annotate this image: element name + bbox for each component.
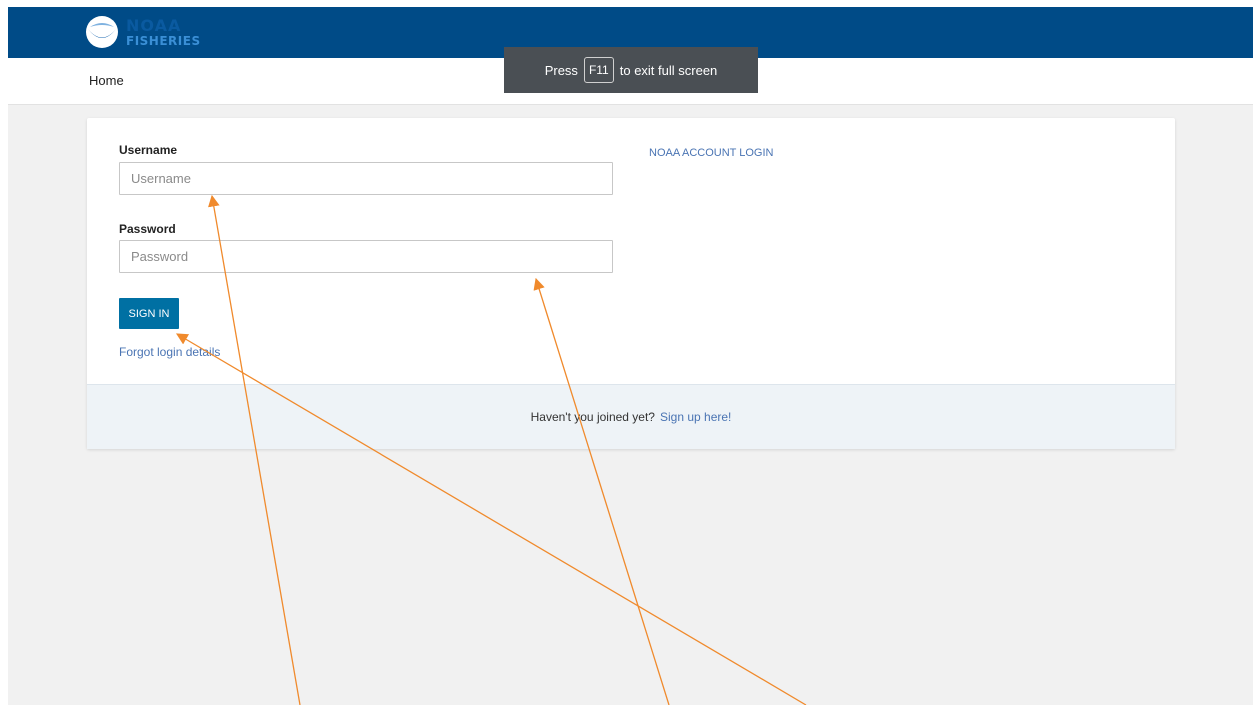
f11-key-badge: F11 bbox=[583, 57, 614, 83]
fullscreen-suffix-text: to exit full screen bbox=[619, 62, 718, 78]
fullscreen-notice: Press F11 to exit full screen bbox=[504, 47, 758, 93]
noaa-account-login-link[interactable]: NOAA ACCOUNT LOGIN bbox=[649, 147, 774, 159]
noaa-fisheries-logo[interactable]: NOAA FISHERIES bbox=[84, 12, 224, 52]
login-card: Username Password SIGN IN Forgot login d… bbox=[87, 118, 1175, 449]
username-input[interactable] bbox=[119, 162, 613, 195]
password-input[interactable] bbox=[119, 240, 613, 273]
signup-prompt: Haven't you joined yet? bbox=[530, 410, 655, 424]
browser-viewport: NOAA FISHERIES Home Username Password SI… bbox=[8, 7, 1253, 705]
username-label: Username bbox=[119, 143, 178, 157]
nav-home-link[interactable]: Home bbox=[89, 73, 124, 88]
logo-line2: FISHERIES bbox=[126, 33, 201, 48]
signup-footer: Haven't you joined yet? Sign up here! bbox=[87, 384, 1175, 449]
logo-wordmark: NOAA FISHERIES bbox=[126, 15, 201, 48]
sign-in-button[interactable]: SIGN IN bbox=[119, 298, 179, 329]
logo-line1: NOAA bbox=[126, 15, 182, 35]
forgot-login-link[interactable]: Forgot login details bbox=[119, 345, 220, 359]
noaa-logo-icon bbox=[86, 16, 118, 48]
sign-up-link[interactable]: Sign up here! bbox=[660, 410, 731, 424]
password-label: Password bbox=[119, 222, 176, 236]
fullscreen-press-text: Press bbox=[544, 62, 578, 78]
